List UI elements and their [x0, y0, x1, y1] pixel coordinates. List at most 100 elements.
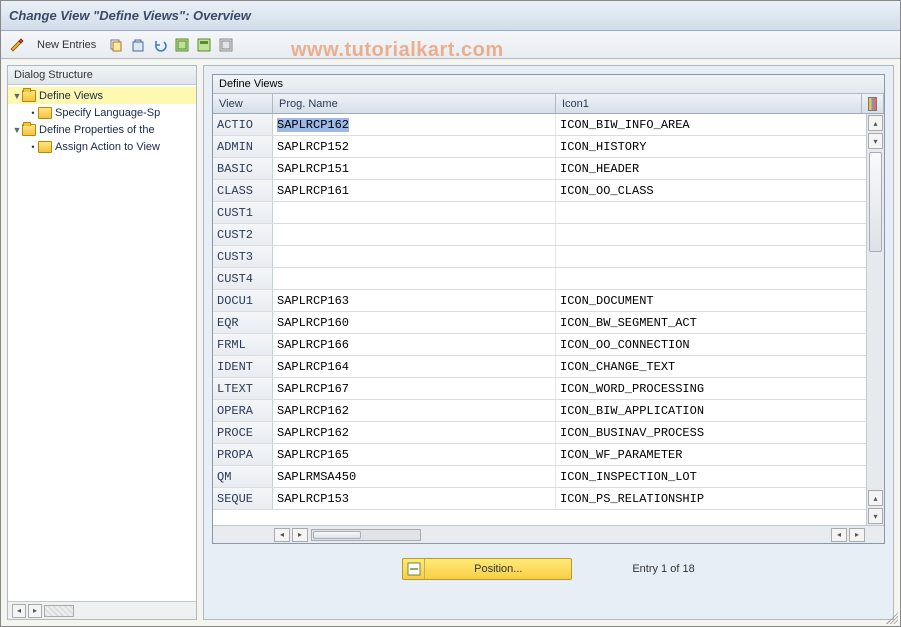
cell-view[interactable]: DOCU1	[213, 290, 273, 311]
cell-prog[interactable]: SAPLRCP152	[273, 136, 556, 157]
cell-icon[interactable]: ICON_BW_SEGMENT_ACT	[556, 312, 866, 333]
cell-view[interactable]: CUST4	[213, 268, 273, 289]
cell-prog[interactable]: SAPLRCP160	[273, 312, 556, 333]
cell-view[interactable]: LTEXT	[213, 378, 273, 399]
cell-icon[interactable]	[556, 246, 866, 267]
vertical-scrollbar[interactable]: ▴ ▾ ▴ ▾	[866, 114, 884, 525]
cell-prog[interactable]: SAPLRCP164	[273, 356, 556, 377]
cell-icon[interactable]: ICON_BUSINAV_PROCESS	[556, 422, 866, 443]
scroll-down2-icon[interactable]: ▾	[868, 508, 883, 524]
scroll-right-icon[interactable]: ▸	[28, 604, 42, 618]
hscroll-right2-icon[interactable]: ▸	[849, 528, 865, 542]
cell-icon[interactable]: ICON_HISTORY	[556, 136, 866, 157]
col-header-icon[interactable]: Icon1	[556, 94, 862, 113]
cell-prog[interactable]	[273, 268, 556, 289]
hscroll-left2-icon[interactable]: ◂	[831, 528, 847, 542]
table-row[interactable]: CUST3	[213, 246, 866, 268]
cell-icon[interactable]: ICON_HEADER	[556, 158, 866, 179]
table-row[interactable]: PROCESAPLRCP162ICON_BUSINAV_PROCESS	[213, 422, 866, 444]
cell-icon[interactable]: ICON_PS_RELATIONSHIP	[556, 488, 866, 509]
resize-handle[interactable]	[886, 612, 898, 624]
table-row[interactable]: CUST1	[213, 202, 866, 224]
cell-view[interactable]: CUST1	[213, 202, 273, 223]
cell-view[interactable]: PROPA	[213, 444, 273, 465]
table-row[interactable]: ADMINSAPLRCP152ICON_HISTORY	[213, 136, 866, 158]
vscroll-thumb[interactable]	[869, 152, 882, 252]
cell-icon[interactable]: ICON_WF_PARAMETER	[556, 444, 866, 465]
select-all-icon[interactable]	[174, 37, 190, 53]
scroll-left-icon[interactable]: ◂	[12, 604, 26, 618]
table-row[interactable]: QMSAPLRMSA450ICON_INSPECTION_LOT	[213, 466, 866, 488]
table-row[interactable]: OPERASAPLRCP162ICON_BIW_APPLICATION	[213, 400, 866, 422]
cell-prog[interactable]: SAPLRCP161	[273, 180, 556, 201]
configure-columns-button[interactable]	[862, 94, 884, 113]
hscroll-right-icon[interactable]: ▸	[292, 528, 308, 542]
cell-prog[interactable]: SAPLRCP166	[273, 334, 556, 355]
new-entries-button[interactable]: New Entries	[31, 37, 102, 53]
cell-prog[interactable]: SAPLRMSA450	[273, 466, 556, 487]
cell-view[interactable]: OPERA	[213, 400, 273, 421]
copy-icon[interactable]	[108, 37, 124, 53]
expand-icon[interactable]: •	[28, 142, 38, 152]
cell-prog[interactable]: SAPLRCP162	[273, 114, 556, 135]
table-row[interactable]: BASICSAPLRCP151ICON_HEADER	[213, 158, 866, 180]
deselect-all-icon[interactable]	[218, 37, 234, 53]
expand-icon[interactable]: •	[28, 108, 38, 118]
cell-icon[interactable]: ICON_BIW_APPLICATION	[556, 400, 866, 421]
select-block-icon[interactable]	[196, 37, 212, 53]
table-row[interactable]: CLASSSAPLRCP161ICON_OO_CLASS	[213, 180, 866, 202]
cell-view[interactable]: BASIC	[213, 158, 273, 179]
vscroll-track[interactable]	[867, 150, 884, 489]
toggle-edit-icon[interactable]	[9, 37, 25, 53]
col-header-prog[interactable]: Prog. Name	[273, 94, 556, 113]
tree-node[interactable]: ▼Define Properties of the	[8, 121, 196, 138]
undo-icon[interactable]	[152, 37, 168, 53]
table-row[interactable]: ACTIOSAPLRCP162ICON_BIW_INFO_AREA	[213, 114, 866, 136]
table-row[interactable]: EQRSAPLRCP160ICON_BW_SEGMENT_ACT	[213, 312, 866, 334]
cell-view[interactable]: ADMIN	[213, 136, 273, 157]
cell-prog[interactable]: SAPLRCP153	[273, 488, 556, 509]
table-row[interactable]: LTEXTSAPLRCP167ICON_WORD_PROCESSING	[213, 378, 866, 400]
table-row[interactable]: FRMLSAPLRCP166ICON_OO_CONNECTION	[213, 334, 866, 356]
cell-view[interactable]: IDENT	[213, 356, 273, 377]
table-row[interactable]: PROPASAPLRCP165ICON_WF_PARAMETER	[213, 444, 866, 466]
cell-view[interactable]: SEQUE	[213, 488, 273, 509]
cell-prog[interactable]	[273, 202, 556, 223]
collapse-icon[interactable]: ▼	[12, 125, 22, 135]
cell-icon[interactable]: ICON_WORD_PROCESSING	[556, 378, 866, 399]
hscroll-track[interactable]	[311, 529, 421, 541]
cell-view[interactable]: FRML	[213, 334, 273, 355]
cell-icon[interactable]	[556, 268, 866, 289]
cell-prog[interactable]: SAPLRCP162	[273, 422, 556, 443]
table-row[interactable]: IDENTSAPLRCP164ICON_CHANGE_TEXT	[213, 356, 866, 378]
hscroll-left-icon[interactable]: ◂	[274, 528, 290, 542]
col-header-view[interactable]: View	[213, 94, 273, 113]
cell-icon[interactable]: ICON_OO_CLASS	[556, 180, 866, 201]
position-button[interactable]: Position...	[402, 558, 572, 580]
cell-prog[interactable]: SAPLRCP162	[273, 400, 556, 421]
cell-prog[interactable]: SAPLRCP163	[273, 290, 556, 311]
cell-view[interactable]: PROCE	[213, 422, 273, 443]
tree-node[interactable]: •Assign Action to View	[8, 138, 196, 155]
hscroll-thumb[interactable]	[313, 531, 361, 539]
collapse-icon[interactable]: ▼	[12, 91, 22, 101]
tree-node[interactable]: ▼Define Views	[8, 87, 196, 104]
scroll-up-icon[interactable]: ▴	[868, 115, 883, 131]
cell-icon[interactable]: ICON_CHANGE_TEXT	[556, 356, 866, 377]
table-row[interactable]: CUST2	[213, 224, 866, 246]
cell-view[interactable]: CLASS	[213, 180, 273, 201]
scroll-down-icon[interactable]: ▾	[868, 133, 883, 149]
cell-prog[interactable]	[273, 246, 556, 267]
cell-view[interactable]: EQR	[213, 312, 273, 333]
cell-icon[interactable]: ICON_OO_CONNECTION	[556, 334, 866, 355]
cell-icon[interactable]: ICON_DOCUMENT	[556, 290, 866, 311]
delete-icon[interactable]	[130, 37, 146, 53]
cell-prog[interactable]: SAPLRCP167	[273, 378, 556, 399]
tree-node[interactable]: •Specify Language-Sp	[8, 104, 196, 121]
table-row[interactable]: DOCU1SAPLRCP163ICON_DOCUMENT	[213, 290, 866, 312]
cell-view[interactable]: ACTIO	[213, 114, 273, 135]
cell-view[interactable]: CUST3	[213, 246, 273, 267]
cell-view[interactable]: CUST2	[213, 224, 273, 245]
cell-icon[interactable]: ICON_INSPECTION_LOT	[556, 466, 866, 487]
cell-view[interactable]: QM	[213, 466, 273, 487]
